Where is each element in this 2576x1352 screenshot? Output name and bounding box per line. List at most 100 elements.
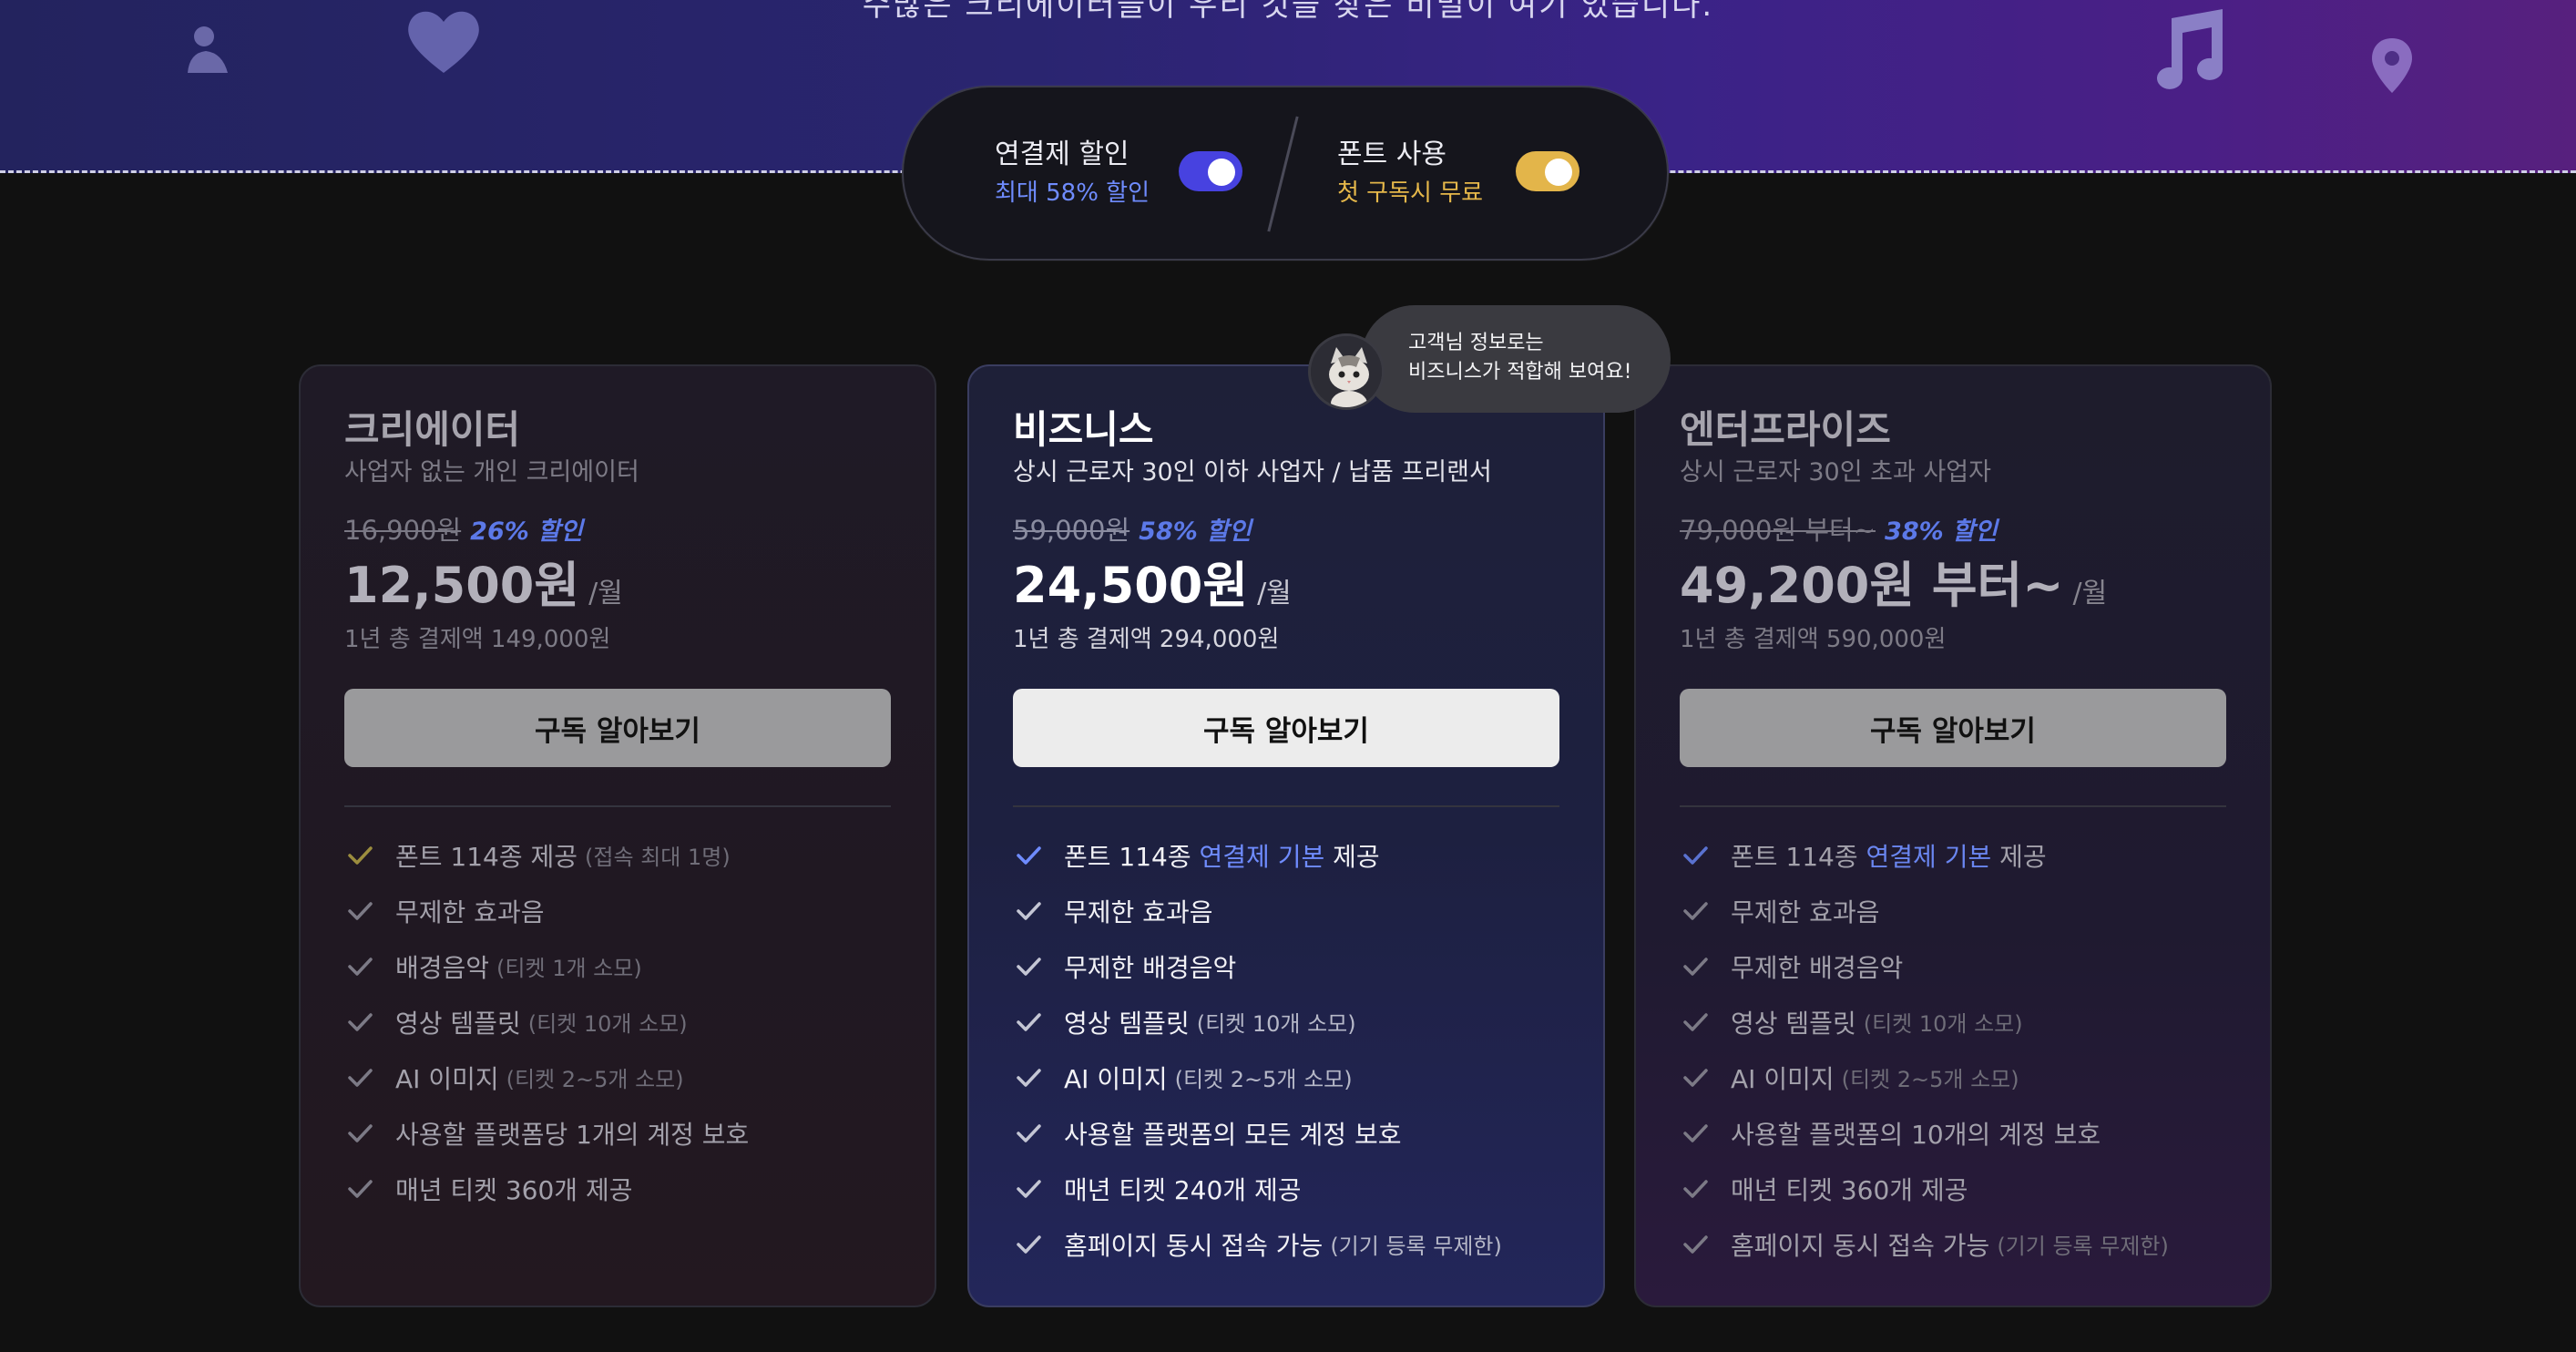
feature-text: 홈페이지 동시 접속 가능	[1064, 1230, 1324, 1261]
recommendation-tooltip: 고객님 정보로는 비즈니스가 적합해 보여요!	[1361, 305, 1671, 413]
check-icon	[1680, 1229, 1711, 1260]
feature-text: 사용할 플랫폼당 1개의 계정 보호	[395, 1119, 750, 1150]
feature-text: 영상 템플릿	[1064, 1008, 1190, 1039]
annual-discount-label: 연결제 할인	[995, 138, 1130, 170]
original-price: 59,000원	[1013, 515, 1130, 546]
check-icon	[1013, 1118, 1044, 1149]
feature-text: 매년 티켓 360개 제공	[395, 1174, 633, 1205]
plan-card-business: 비즈니스 상시 근로자 30인 이하 사업자 / 납품 프리랜서 59,000원…	[967, 364, 1605, 1307]
price-unit: /월	[1257, 578, 1292, 609]
price-amount: 24,500원	[1013, 557, 1249, 614]
heart-icon	[403, 5, 485, 77]
check-icon	[1013, 1062, 1044, 1093]
font-usage-toggle-group: 폰트 사용 첫 구독시 무료	[1337, 137, 1483, 210]
feature-text: 무제한 배경음악	[1064, 952, 1237, 983]
feature-list: 폰트 114종 연결제 기본 제공 무제한 효과음 무제한 배경음악 영상 템플릿 (티…	[1680, 827, 2226, 1272]
annual-discount-switch[interactable]	[1179, 151, 1242, 191]
check-icon	[1680, 840, 1711, 871]
annual-discount-toggle-group: 연결제 할인 최대 58% 할인	[995, 137, 1150, 210]
feature-text: 홈페이지 동시 접속 가능	[1731, 1230, 1990, 1261]
yearly-total: 1년 총 결제액 294,000원	[1013, 626, 1280, 653]
cat-avatar-icon	[1308, 333, 1385, 410]
feature-item: AI 이미지 (티켓 2~5개 소모)	[1680, 1050, 2226, 1105]
feature-item: 매년 티켓 240개 제공	[1013, 1161, 1559, 1216]
plan-card-creator: 크리에이터 사업자 없는 개인 크리에이터 16,900원 26% 할인 12,5…	[299, 364, 936, 1307]
yearly-total: 1년 총 결제액 149,000원	[344, 626, 611, 653]
font-usage-switch[interactable]	[1516, 151, 1579, 191]
feature-item: 폰트 114종 연결제 기본 제공	[1013, 827, 1559, 883]
annual-discount-sub: 최대 58% 할인	[995, 179, 1150, 207]
feature-text: 폰트 114종 제공	[395, 841, 578, 872]
feature-item: 폰트 114종 연결제 기본 제공	[1680, 827, 2226, 883]
original-price: 16,900원	[344, 515, 462, 546]
feature-note: (티켓 1개 소모)	[496, 956, 642, 981]
switch-knob	[1545, 159, 1572, 186]
monthly-price: 49,200원 부터~ /월	[1680, 556, 2226, 616]
divider	[1013, 805, 1559, 807]
feature-item: 무제한 효과음	[344, 883, 891, 938]
feature-item: 영상 템플릿 (티켓 10개 소모)	[1013, 994, 1559, 1050]
feature-item: 사용할 플랫폼당 1개의 계정 보호	[344, 1105, 891, 1161]
divider	[1680, 805, 2226, 807]
feature-note: (티켓 10개 소모)	[1196, 1011, 1356, 1037]
feature-text: AI 이미지	[1064, 1063, 1168, 1094]
tooltip-line-1: 고객님 정보로는	[1408, 332, 1544, 354]
feature-note: (기기 등록 무제한)	[1330, 1234, 1502, 1259]
feature-text: 사용할 플랫폼의 10개의 계정 보호	[1731, 1119, 2101, 1150]
feature-highlight: 연결제 기본	[1199, 841, 1325, 872]
feature-item: 배경음악 (티켓 1개 소모)	[344, 938, 891, 994]
feature-item: 매년 티켓 360개 제공	[1680, 1161, 2226, 1216]
check-icon	[1013, 1229, 1044, 1260]
feature-text: AI 이미지	[1731, 1063, 1835, 1094]
check-icon	[344, 951, 375, 982]
feature-item: AI 이미지 (티켓 2~5개 소모)	[1013, 1050, 1559, 1105]
price-amount: 49,200원 부터~	[1680, 557, 2064, 614]
plan-name: 비즈니스	[1013, 407, 1154, 452]
feature-text: 무제한 효과음	[1064, 896, 1213, 927]
feature-item: 홈페이지 동시 접속 가능 (기기 등록 무제한)	[1013, 1216, 1559, 1272]
feature-note: (접속 최대 1명)	[585, 845, 731, 870]
feature-item: 매년 티켓 360개 제공	[344, 1161, 891, 1216]
check-icon	[344, 1007, 375, 1038]
price-row: 59,000원 58% 할인	[1013, 512, 1559, 548]
feature-note: (티켓 10개 소모)	[527, 1011, 688, 1037]
subscribe-button-enterprise[interactable]: 구독 알아보기	[1680, 689, 2226, 767]
price-unit: /월	[588, 578, 623, 609]
price-row: 16,900원 26% 할인	[344, 512, 891, 548]
feature-list: 폰트 114종 제공 (접속 최대 1명) 무제한 효과음배경음악 (티켓 1개 소모…	[344, 827, 891, 1216]
feature-item: 무제한 배경음악	[1680, 938, 2226, 994]
price-row: 79,000원 부터~ 38% 할인	[1680, 512, 2226, 548]
plan-desc: 사업자 없는 개인 크리에이터	[344, 458, 639, 487]
plan-name: 크리에이터	[344, 407, 521, 452]
feature-item: 사용할 플랫폼의 모든 계정 보호	[1013, 1105, 1559, 1161]
feature-note: (티켓 2~5개 소모)	[506, 1067, 684, 1092]
check-icon	[1680, 1007, 1711, 1038]
location-pin-icon	[2370, 36, 2414, 95]
feature-text: 매년 티켓 360개 제공	[1731, 1174, 1968, 1205]
subscribe-button-business[interactable]: 구독 알아보기	[1013, 689, 1559, 767]
check-icon	[1013, 1007, 1044, 1038]
plan-desc: 상시 근로자 30인 초과 사업자	[1680, 458, 1991, 487]
price-amount: 12,500원	[344, 557, 580, 614]
discount-label: 38% 할인	[1885, 517, 1998, 546]
check-icon	[344, 1118, 375, 1149]
plan-name: 엔터프라이즈	[1680, 407, 1891, 452]
check-icon	[344, 1173, 375, 1204]
feature-text: 무제한 효과음	[395, 896, 545, 927]
discount-label: 58% 할인	[1139, 517, 1252, 546]
feature-text: 제공	[1324, 841, 1380, 872]
price-unit: /월	[2072, 578, 2108, 609]
check-icon	[1013, 951, 1044, 982]
original-price: 79,000원 부터~	[1680, 515, 1876, 546]
check-icon	[344, 1062, 375, 1093]
check-icon	[1013, 840, 1044, 871]
feature-note: (티켓 10개 소모)	[1863, 1011, 2023, 1037]
divider	[1267, 116, 1299, 232]
feature-item: 영상 템플릿 (티켓 10개 소모)	[1680, 994, 2226, 1050]
subscribe-button-creator[interactable]: 구독 알아보기	[344, 689, 891, 767]
feature-text: 영상 템플릿	[395, 1008, 521, 1039]
feature-list: 폰트 114종 연결제 기본 제공무제한 효과음무제한 배경음악영상 템플릿 (티…	[1013, 827, 1559, 1272]
switch-knob	[1208, 159, 1235, 186]
font-usage-sub: 첫 구독시 무료	[1337, 179, 1484, 207]
monthly-price: 24,500원/월	[1013, 556, 1559, 616]
